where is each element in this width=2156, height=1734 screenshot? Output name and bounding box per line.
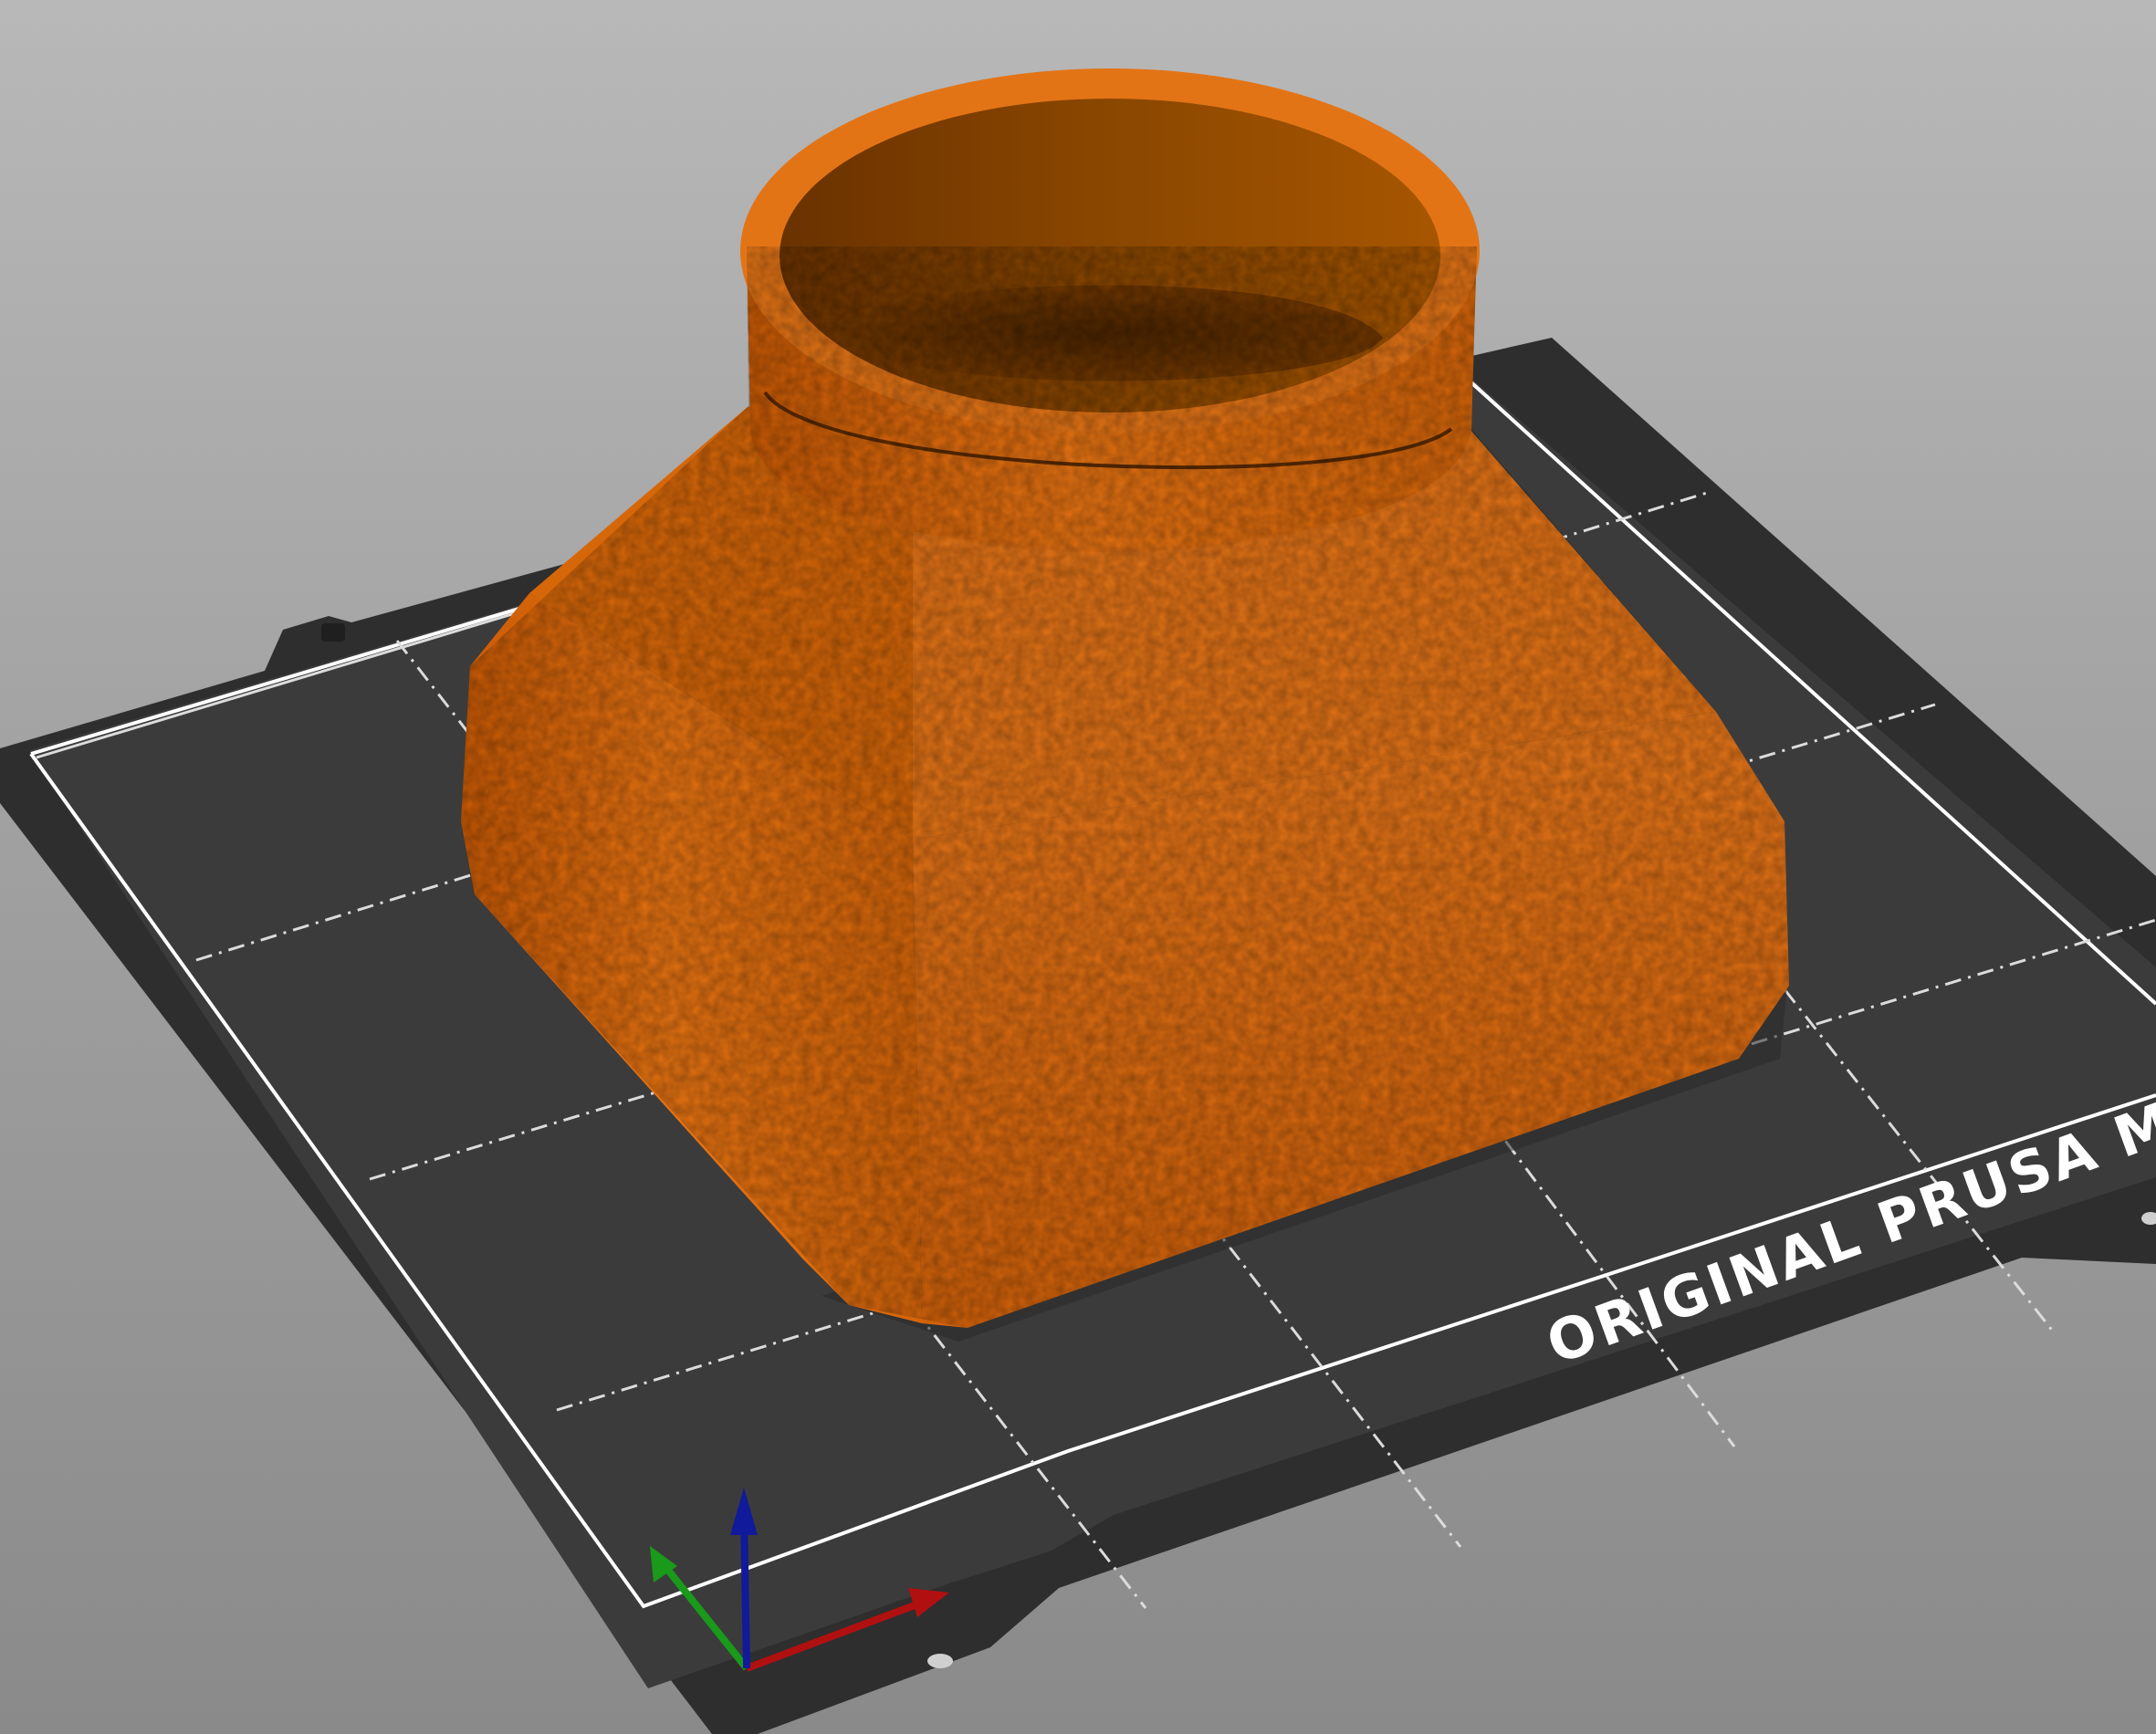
bed-alignment-pin bbox=[321, 623, 345, 642]
z-axis-arrow bbox=[740, 1514, 750, 1669]
3d-viewport[interactable]: ORIGINAL PRUSA MI bbox=[0, 0, 2156, 1734]
scene-canvas[interactable]: ORIGINAL PRUSA MI bbox=[0, 0, 2156, 1734]
bed-mount-hole bbox=[927, 1654, 953, 1668]
